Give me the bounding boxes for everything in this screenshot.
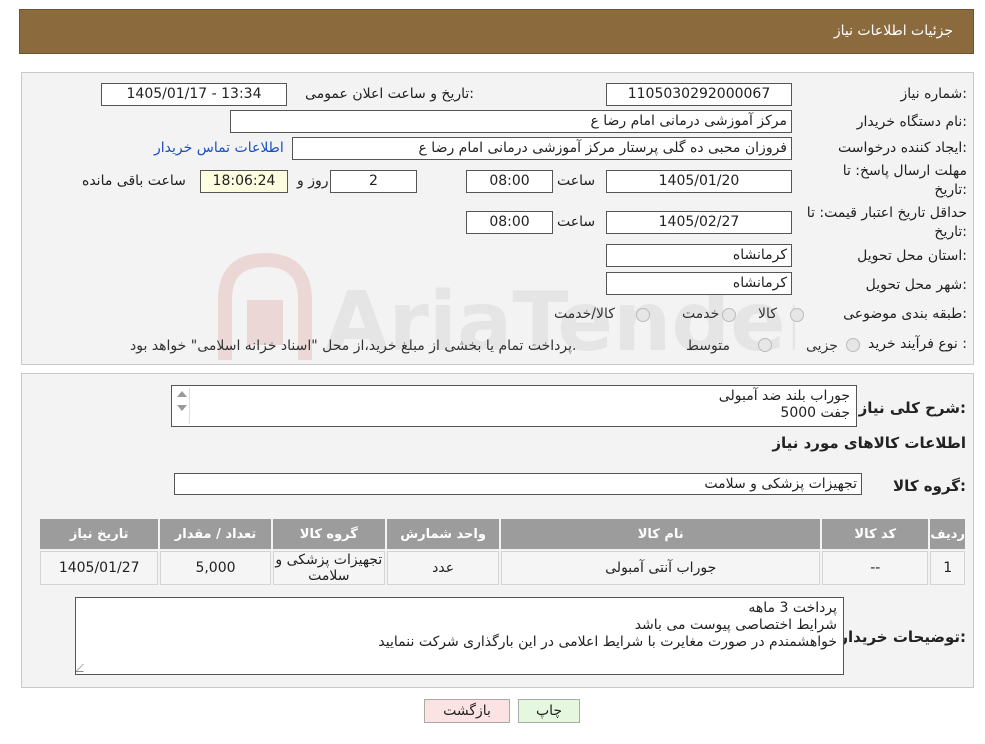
province-field: کرمانشاه — [606, 244, 792, 267]
deadline-time-label: ساعت — [557, 173, 596, 189]
buyer-notes-label: توضیحات خریدار: — [839, 628, 966, 646]
category-option-goods-service: کالا/خدمت — [554, 306, 615, 322]
days-label: روز و — [297, 173, 329, 189]
announce-label: تاریخ و ساعت اعلان عمومی: — [305, 86, 474, 102]
scroll-arrows-icon — [177, 391, 187, 411]
validity-label: حداقل تاریخ اعتبار قیمت: تا — [806, 205, 967, 221]
validity-date-field: 1405/02/27 — [606, 211, 792, 234]
goods-table-wrapper: ردیف کد کالا نام کالا واحد شمارش گروه کا… — [38, 517, 967, 587]
goods-group-label: گروه کالا: — [893, 477, 966, 495]
creator-field: فروزان محبی ده گلی پرستار مرکز آموزشی در… — [292, 137, 792, 160]
summary-line-1: جوراب بلند ضد آمبولی — [718, 388, 850, 404]
col-unit: واحد شمارش — [386, 519, 500, 549]
buyer-org-field: مرکز آموزشی درمانی امام رضا ع — [230, 110, 792, 133]
buyer-note-line: شرایط اختصاصی پیوست می باشد — [634, 617, 837, 633]
cell-unit: عدد — [386, 551, 500, 585]
process-note: پرداخت تمام یا بخشی از مبلغ خرید،از محل … — [130, 338, 577, 354]
print-button[interactable]: چاپ — [518, 699, 580, 723]
cell-name: جوراب آنتی آمبولی — [501, 551, 821, 585]
process-option-medium: متوسط — [686, 338, 730, 354]
table-header-row: ردیف کد کالا نام کالا واحد شمارش گروه کا… — [40, 519, 965, 549]
validity-label-2: تاریخ: — [934, 224, 967, 240]
goods-info-title: اطلاعات کالاهای مورد نیاز — [772, 434, 966, 452]
buyer-note-line: پرداخت 3 ماهه — [748, 600, 837, 616]
page-title: جزئیات اطلاعات نیاز — [833, 23, 953, 39]
need-number-label: شماره نیاز: — [900, 86, 967, 102]
summary-label: شرح کلی نیاز: — [858, 399, 966, 417]
remaining-time-field: 18:06:24 — [200, 170, 288, 193]
col-row: ردیف — [930, 519, 965, 549]
cell-qty: 5,000 — [160, 551, 271, 585]
process-option-minor: جزیی — [806, 338, 838, 354]
creator-label: ایجاد کننده درخواست: — [838, 140, 967, 156]
announce-field: 1405/01/17 - 13:34 — [101, 83, 287, 106]
category-radio-goods-service[interactable] — [636, 308, 650, 322]
col-code: کد کالا — [822, 519, 929, 549]
need-number-field: 1105030292000067 — [606, 83, 792, 106]
col-qty: تعداد / مقدار — [160, 519, 271, 549]
summary-textarea[interactable]: جوراب بلند ضد آمبولی 5000 جفت — [171, 385, 857, 427]
page-header: جزئیات اطلاعات نیاز — [19, 9, 974, 54]
col-date: تاریخ نیاز — [40, 519, 159, 549]
validity-time-label: ساعت — [557, 214, 596, 230]
col-group: گروه کالا — [272, 519, 385, 549]
city-field: کرمانشاه — [606, 272, 792, 295]
deadline-date-field: 1405/01/20 — [606, 170, 792, 193]
category-radio-goods[interactable] — [790, 308, 804, 322]
category-radio-service[interactable] — [722, 308, 736, 322]
days-field: 2 — [330, 170, 417, 193]
buyer-contact-link[interactable]: اطلاعات تماس خریدار — [154, 140, 284, 156]
category-option-goods: کالا — [758, 306, 777, 322]
deadline-label-2: تاریخ: — [934, 182, 967, 198]
buyer-note-line: خواهشمندم در صورت مغایرت با شرایط اعلامی… — [378, 634, 837, 650]
deadline-label: مهلت ارسال پاسخ: تا — [842, 163, 967, 179]
summary-line-2: 5000 جفت — [780, 405, 850, 421]
process-radio-minor[interactable] — [846, 338, 860, 352]
cell-group: تجهیزات پزشکی و سلامت — [272, 551, 385, 585]
cell-row: 1 — [930, 551, 965, 585]
cell-date: 1405/01/27 — [40, 551, 159, 585]
cell-code: -- — [822, 551, 929, 585]
process-label: نوع فرآیند خرید : — [868, 336, 967, 352]
remaining-label: ساعت باقی مانده — [82, 173, 186, 189]
validity-time-field: 08:00 — [466, 211, 553, 234]
goods-group-field: تجهیزات پزشکی و سلامت — [174, 473, 862, 495]
deadline-time-field: 08:00 — [466, 170, 553, 193]
process-radio-medium[interactable] — [758, 338, 772, 352]
buyer-notes-textarea[interactable]: پرداخت 3 ماهه شرایط اختصاصی پیوست می باش… — [75, 597, 844, 675]
table-row: 1 -- جوراب آنتی آمبولی عدد تجهیزات پزشکی… — [40, 551, 965, 585]
category-option-service: خدمت — [682, 306, 720, 322]
province-label: استان محل تحویل: — [857, 248, 967, 264]
goods-table: ردیف کد کالا نام کالا واحد شمارش گروه کا… — [38, 517, 967, 587]
city-label: شهر محل تحویل: — [865, 277, 967, 293]
col-name: نام کالا — [501, 519, 821, 549]
summary-scrollbar[interactable] — [174, 388, 190, 424]
buyer-org-label: نام دستگاه خریدار: — [856, 114, 967, 130]
category-label: طبقه بندی موضوعی: — [843, 306, 967, 322]
back-button[interactable]: بازگشت — [424, 699, 510, 723]
resize-handle-icon[interactable] — [76, 664, 91, 672]
